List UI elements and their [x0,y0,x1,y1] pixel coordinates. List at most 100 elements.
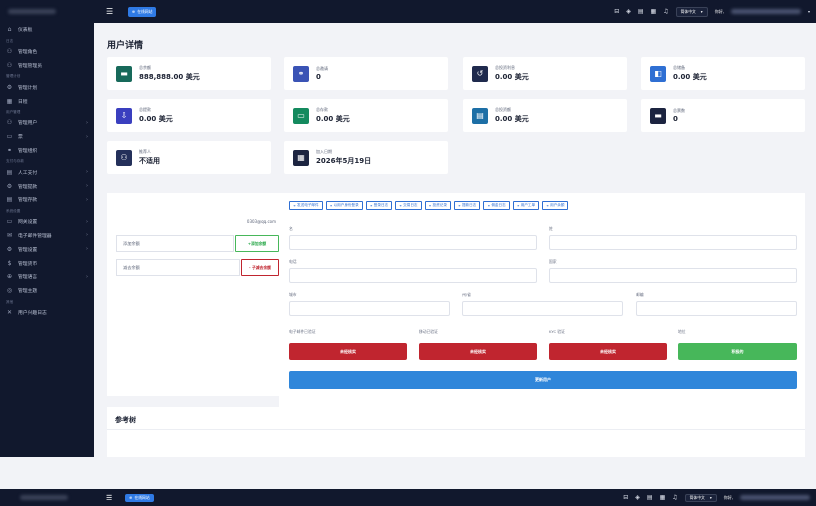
link-icon: ⚭ [428,203,432,208]
sidebar-item[interactable]: ⚙ 管理提款 › [0,179,94,193]
sidebar-item[interactable]: ⚙ 管理设置 › [0,242,94,256]
status-label: 地位 [678,329,686,334]
sidebar-item[interactable]: ⚇ 管理用户 › [0,116,94,130]
action-tab[interactable]: ⚭ 发送电子邮件 [289,201,323,210]
city-label: 城市 [289,292,297,297]
subtract-balance-button[interactable]: - 子减去余额 [241,259,279,276]
chevron-right-icon: › [86,169,88,176]
sidebar-nav: ⌂ 仪表板 日志 ⚇ 管理角色 ⚇ 管理管理员 管理计划 ⚙ 管理计划 ▦ 日程 用户管理 ⚇ 管理用户 › ▭… [0,23,94,319]
sidebar-item-label: 管理计划 [18,85,38,91]
home-icon: ⌂ [7,26,12,34]
country-input[interactable] [549,268,797,283]
phone-verified-toggle[interactable]: 未经核实 [419,343,537,360]
stat-card[interactable]: ◧ 总储备 0.00 美元 [641,57,805,90]
sidebar-item-label: 管理语言 [18,275,38,281]
sidebar-item[interactable]: ⚇ 管理管理员 [0,59,94,73]
sidebar-item-label: 人工支付 [18,170,38,176]
page-title: 用户详情 [107,41,144,51]
gateway-icon: ▭ [6,218,13,226]
subtract-balance-input[interactable]: 减去余额 [116,259,240,276]
phone-input[interactable] [289,268,537,283]
zip-input[interactable] [636,301,797,316]
stat-card[interactable]: ▬ 总余额 888,888.00 美元 [107,57,271,90]
stat-card[interactable]: ⚭ 总邀请 0 [284,57,448,90]
link-icon: ⚭ [369,203,373,208]
coins-icon: ▤ [472,107,488,124]
stat-card[interactable]: ⚇ 推荐人 不适用 [107,141,271,174]
kyc-verified-toggle[interactable]: 未经核实 [549,343,667,360]
chevron-down-icon: ▾ [700,9,703,14]
action-tab[interactable]: ⚭ 投资记录 [424,201,451,210]
stat-card[interactable]: ↺ 总投资利息 0.00 美元 [463,57,627,90]
table-icon[interactable]: ▦ [651,8,657,15]
state-label: 州/省 [462,292,471,297]
sidebar-item[interactable]: ⊕ 管理语言 › [0,270,94,284]
action-tab[interactable]: ⚭ 用户余额 [542,201,569,210]
add-balance-button[interactable]: +添加余额 [235,235,279,252]
action-tab[interactable]: ⚭ 交易日志 [395,201,422,210]
settings-icon: ⚙ [6,245,13,253]
sidebar-item-label: 仪表板 [18,28,33,34]
sidebar-item[interactable]: ▦ 日程 [0,94,94,108]
add-balance-input[interactable]: 添加余额 [116,235,234,252]
mail-icon: ✉ [6,231,13,239]
action-tab-label: 交易日志 [403,203,418,207]
sidebar-item-label: 管理提款 [18,184,38,190]
sidebar-item[interactable]: ◎ 管理主题 [0,284,94,298]
user-name-redacted[interactable] [730,9,801,14]
stat-card[interactable]: ▭ 总存款 0.00 美元 [284,99,448,132]
stat-card[interactable]: ▦ 加入日期 2026年5月19日 [284,141,448,174]
stat-card[interactable]: ⇩ 总提款 0.00 美元 [107,99,271,132]
action-tabs: ⚭ 发送电子邮件 ⚭ 以用户身份登录 ⚭ 登录日志 ⚭ 交易日志 ⚭ 投资记录 ⚭ 提款日志 ⚭ 佣金日志… [289,201,569,210]
sidebar-item[interactable]: ⌂ 仪表板 [0,23,94,37]
stat-card[interactable]: ▬ 总票数 0 [641,99,805,132]
brand-logo[interactable] [0,0,94,23]
last-name-input[interactable] [549,235,797,250]
referrer-icon: ⚇ [116,149,132,166]
chevron-right-icon: › [86,273,88,280]
sidebar-item[interactable]: ✉ 电子邮件管理器 › [0,229,94,243]
online-site-badge: ⊕ 在线网站 [125,493,154,502]
chevron-down-icon: ▾ [709,495,712,500]
sidebar-item[interactable]: ▤ 管理存款 › [0,193,94,207]
wallet-icon: ▬ [116,65,132,82]
bell-icon[interactable]: ♫ [663,8,668,15]
nav-section-label: 日志 [6,38,14,43]
state-input[interactable] [462,301,623,316]
city-input[interactable] [289,301,450,316]
action-tab[interactable]: ⚭ 以用户身份登录 [325,201,363,210]
update-user-button[interactable]: 更新用户 [289,371,797,389]
nav-section-label: 系统设置 [6,208,21,213]
sidebar-item[interactable]: ✕ 用户兴趣日志 [0,306,94,320]
first-name-input[interactable] [289,235,537,250]
action-tab[interactable]: ⚭ 用户工单 [512,201,540,210]
document-icon[interactable]: ▤ [638,8,644,15]
email-verified-toggle[interactable]: 未经核实 [289,343,407,360]
user-form-panel: ⚭ 发送电子邮件 ⚭ 以用户身份登录 ⚭ 登录日志 ⚭ 交易日志 ⚭ 投资记录 ⚭ 提款日志 ⚭ 佣金日志… [279,193,805,419]
currency-icon: $ [7,259,12,267]
action-tab[interactable]: ⚭ 提款日志 [453,201,481,210]
status-toggle[interactable]: 积极的 [678,343,797,360]
language-select[interactable]: 简体中文 ▾ [675,6,708,17]
sidebar-item[interactable]: ⚇ 管理角色 [0,45,94,59]
inbox-icon[interactable]: ⊟ [614,8,619,15]
sidebar-item[interactable]: ⚙ 管理计划 [0,80,94,94]
cube-icon[interactable]: ◈ [626,8,631,15]
sidebar-item[interactable]: ▭ 票 › [0,130,94,144]
link-icon: ⚭ [487,203,491,208]
chevron-right-icon: › [86,183,88,190]
action-tab[interactable]: ⚭ 登录日志 [365,201,393,210]
chevron-down-icon[interactable]: ▾ [808,9,810,14]
online-site-button[interactable]: ⊕ 在线网站 [128,6,157,17]
add-balance-placeholder: 添加余额 [123,240,140,246]
main-content: 用户详情 ▬ 总余额 888,888.00 美元 ⚭ 总邀请 0 ↺ 总投资利息 0.00 美元… [94,23,816,457]
sidebar-item[interactable]: ⚭ 管理组织 [0,144,94,158]
users-icon: ⚇ [6,48,13,56]
sidebar-item[interactable]: ▤ 人工支付 › [0,165,94,179]
menu-toggle-icon[interactable]: ☰ [106,7,115,16]
sidebar-item[interactable]: ▭ 网关设置 › [0,215,94,229]
sidebar-item[interactable]: $ 管理货币 [0,256,94,270]
sidebar-item-label: 管理主题 [18,289,38,295]
stat-card[interactable]: ▤ 总投资额 0.00 美元 [463,99,627,132]
action-tab[interactable]: ⚭ 佣金日志 [483,201,510,210]
